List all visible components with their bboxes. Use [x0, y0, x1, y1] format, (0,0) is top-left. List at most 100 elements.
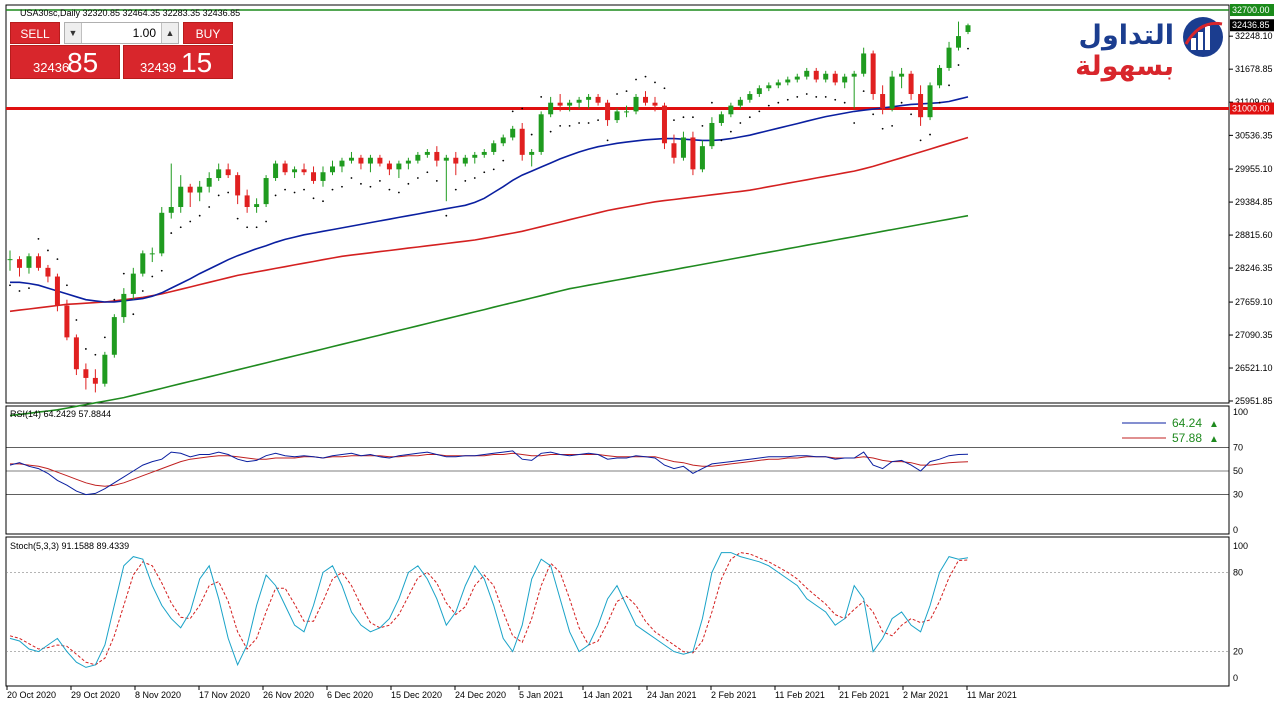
sell-button[interactable]: SELL: [10, 22, 60, 44]
symbol-header: USA30sc,Daily 32320.85 32464.35 32283.35…: [20, 8, 240, 18]
candle-body: [633, 96, 639, 112]
date-tick-label: 24 Dec 2020: [455, 690, 506, 700]
sar-dot: [208, 206, 211, 208]
sar-dot: [682, 116, 685, 119]
candle-body: [718, 114, 724, 123]
sar-dot: [312, 197, 315, 200]
candle-body: [908, 73, 914, 95]
sar-dot: [948, 84, 950, 87]
candle-body: [282, 163, 288, 173]
stoch-panel-frame: [5, 536, 1230, 687]
sar-dot: [132, 313, 135, 316]
sar-dot: [217, 194, 220, 197]
candle-body: [320, 172, 326, 181]
candle-body: [26, 256, 32, 268]
sar-dot: [56, 258, 59, 261]
candle-body: [946, 47, 952, 68]
candle-body: [519, 128, 525, 155]
candle-body: [813, 70, 819, 80]
price-tick-label: 28815.60: [1235, 230, 1273, 240]
sar-dot: [578, 122, 581, 124]
price-tick-label: 29384.85: [1235, 197, 1273, 207]
candle-body: [301, 169, 307, 173]
lot-down-icon[interactable]: ▼: [65, 23, 82, 43]
stoch-tick-label: 20: [1233, 647, 1243, 657]
lot-size-stepper[interactable]: ▼ 1.00 ▲: [64, 22, 179, 44]
sar-dot: [938, 101, 941, 104]
candle-body: [197, 186, 203, 193]
date-tick-label: 11 Feb 2021: [775, 690, 825, 700]
sar-dot: [379, 180, 381, 182]
rsi-tick-label: 0: [1233, 525, 1238, 535]
sar-dot: [900, 101, 903, 104]
candle-body: [292, 169, 298, 173]
chart-canvas: 32248.1031678.8531109.6030536.3529955.10…: [5, 4, 1274, 700]
price-tag-hline: 31000.00: [1232, 104, 1270, 114]
candle-body: [756, 88, 762, 95]
candle-body: [576, 99, 582, 103]
sar-dot: [151, 275, 154, 278]
candle-body: [396, 163, 402, 170]
sar-dot: [454, 188, 457, 191]
sar-dot: [559, 124, 562, 127]
date-tick-label: 5 Jan 2021: [519, 690, 564, 700]
lot-up-icon[interactable]: ▲: [161, 23, 178, 43]
candle-body: [794, 76, 800, 80]
sar-dot: [28, 287, 30, 290]
date-tick-label: 11 Mar 2021: [967, 690, 1017, 700]
price-tick-label: 26521.10: [1235, 363, 1273, 373]
sar-dot: [502, 159, 505, 162]
sar-dot: [492, 168, 495, 171]
sell-price-small: 32436: [33, 60, 70, 75]
price-tick-label: 27659.10: [1235, 297, 1273, 307]
ma-mid-line: [9, 136, 969, 313]
sar-dot: [284, 188, 286, 191]
sar-dot: [758, 110, 761, 113]
sar-dot: [341, 185, 343, 188]
stoch-tick-label: 0: [1233, 673, 1238, 683]
sar-dot: [616, 93, 618, 95]
stoch-signal-line: [9, 552, 969, 666]
sar-dot: [189, 220, 192, 223]
candle-body: [130, 273, 136, 294]
sar-dot: [786, 98, 789, 101]
sar-dot: [407, 182, 410, 185]
stoch-label: Stoch(5,3,3) 91.1588 89.4339: [10, 541, 129, 551]
sar-dot: [179, 226, 182, 229]
buy-quote[interactable]: 32439 15: [123, 45, 233, 79]
sar-dot: [910, 113, 912, 116]
candle-body: [348, 157, 354, 161]
candle-body: [149, 253, 155, 255]
sar-dot: [843, 101, 846, 104]
candle-body: [624, 111, 630, 113]
sar-dot: [435, 180, 438, 182]
candle-body: [775, 82, 781, 86]
rsi-panel-frame: [5, 405, 1230, 535]
sell-quote[interactable]: 32436 85: [10, 45, 120, 79]
stoch-layer: [6, 552, 1229, 668]
sar-dot: [587, 122, 590, 124]
buy-button[interactable]: BUY: [183, 22, 233, 44]
lot-size-value[interactable]: 1.00: [133, 23, 156, 43]
sar-dot: [824, 96, 827, 98]
candle-body: [728, 105, 734, 115]
sar-dot: [748, 116, 751, 119]
sar-dot: [957, 64, 960, 66]
sar-dot: [66, 284, 68, 287]
sar-dot: [597, 119, 599, 121]
sar-dot: [227, 191, 230, 194]
candle-body: [643, 96, 649, 103]
sar-dot: [929, 133, 931, 136]
candle-body: [7, 259, 13, 261]
sar-dot: [160, 269, 163, 272]
candle-body: [605, 102, 611, 121]
sar-dot: [881, 127, 884, 130]
price-tick-label: 27090.35: [1235, 330, 1273, 340]
rsi-legend-value-2: 57.88: [1172, 431, 1202, 445]
sar-dot: [673, 119, 675, 121]
price-tag-current: 32436.85: [1232, 20, 1270, 30]
rsi-main-line: [9, 450, 969, 496]
date-tick-label: 26 Nov 2020: [263, 690, 314, 700]
date-tick-label: 21 Feb 2021: [839, 690, 890, 700]
candle-body: [273, 163, 279, 179]
